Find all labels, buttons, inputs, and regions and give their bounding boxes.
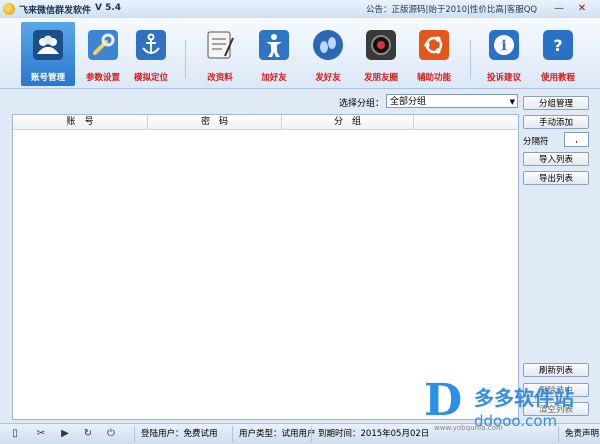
import-list-button[interactable]: 导入列表: [523, 152, 589, 166]
users-icon: [33, 30, 63, 60]
toolbar-settings[interactable]: 参数设置: [76, 22, 130, 86]
toolbar-edit-profile[interactable]: 改资料: [193, 22, 247, 86]
info-icon: i: [489, 30, 519, 60]
toolbar-label: 模拟定位: [133, 73, 168, 83]
toolbar-add-friend[interactable]: 加好友: [247, 22, 301, 86]
announcement: 公告：正版源码|始于2010|性价比高|客服QQ: [366, 5, 538, 15]
toolbar-tutorial[interactable]: ? 使用教程: [531, 22, 585, 86]
help-icon: ?: [543, 30, 573, 60]
watermark-brand: 多多软件站: [474, 386, 574, 410]
chevron-down-icon: ▼: [509, 98, 515, 106]
export-list-button[interactable]: 导出列表: [523, 171, 589, 185]
toolbar-label: 使用教程: [540, 73, 575, 83]
camera-icon: [366, 30, 396, 60]
toolbar-account-manage[interactable]: 账号管理: [21, 22, 75, 86]
user-type-status: 用户类型：试用用户: [232, 426, 316, 442]
column-account[interactable]: 账 号: [13, 115, 148, 129]
group-manage-button[interactable]: 分组管理: [523, 96, 589, 110]
svg-text:i: i: [501, 38, 506, 54]
toolbar-label: 投诉建议: [486, 73, 521, 83]
svg-text:?: ?: [553, 36, 562, 55]
minimize-button[interactable]: —: [552, 2, 566, 15]
manual-add-button[interactable]: 手动添加: [523, 115, 589, 129]
toolbar-location[interactable]: 模拟定位: [124, 22, 178, 86]
login-user-status: 登陆用户：免费试用: [134, 426, 236, 442]
group-select-value: 全部分组: [390, 97, 427, 107]
toolbar-label: 账号管理: [30, 73, 65, 83]
toolbar-moments[interactable]: 发朋友圈: [354, 22, 408, 86]
column-group[interactable]: 分 组: [282, 115, 414, 129]
close-button[interactable]: ✕: [575, 2, 589, 15]
refresh-icon[interactable]: ↻: [82, 428, 94, 440]
anchor-icon: [136, 30, 166, 60]
toolbar: 账号管理 参数设置 模拟定位 改资料 加好友 发好友 发朋友圈 辅助功能 i 投…: [0, 18, 600, 89]
toolbar-separator: [185, 40, 186, 78]
phone-icon[interactable]: ▯: [9, 428, 21, 440]
toolbar-assist[interactable]: 辅助功能: [407, 22, 461, 86]
table-header: 账 号 密 码 分 组: [13, 115, 518, 130]
toolbar-label: 发朋友圈: [363, 73, 398, 83]
refresh-list-button[interactable]: 刷新列表: [523, 363, 589, 377]
notepad-icon: [207, 31, 234, 59]
toolbar-feedback[interactable]: i 投诉建议: [477, 22, 531, 86]
app-window: 飞来微信群发软件 V 5.4 公告：正版源码|始于2010|性价比高|客服QQ …: [0, 0, 600, 444]
app-version: V 5.4: [95, 3, 122, 13]
separator-label: 分隔符: [523, 137, 549, 147]
footprints-icon: [313, 30, 343, 60]
toolbar-separator: [470, 40, 471, 78]
toolbar-label: 辅助功能: [416, 73, 451, 83]
group-select[interactable]: 全部分组 ▼: [386, 94, 518, 108]
column-password[interactable]: 密 码: [148, 115, 282, 129]
expire-status: 到期时间：2015年05月02日: [311, 426, 429, 442]
toolbar-label: 发好友: [315, 73, 341, 83]
group-select-label: 选择分组：: [339, 99, 385, 109]
title-bar: 飞来微信群发软件 V 5.4 公告：正版源码|始于2010|性价比高|客服QQ …: [0, 0, 600, 19]
watermark: D 多多软件站 ddooo.com www.yobqunfa.com: [424, 376, 596, 438]
separator-input[interactable]: ,: [564, 132, 589, 147]
tools-icon[interactable]: ✂: [35, 428, 47, 440]
person-icon: [259, 30, 289, 60]
wrench-icon: [88, 30, 118, 60]
watermark-small: www.yobqunfa.com: [434, 424, 503, 432]
power-icon[interactable]: ⏻: [105, 428, 117, 440]
toolbar-label: 加好友: [261, 73, 287, 83]
play-icon[interactable]: ▶: [59, 428, 71, 440]
toolbar-label: 参数设置: [85, 73, 120, 83]
app-logo-icon: [3, 3, 15, 15]
toolbar-label: 改资料: [207, 73, 233, 83]
watermark-logo-icon: D: [424, 375, 463, 426]
app-title: 飞来微信群发软件: [19, 6, 92, 16]
toolbar-send-friend[interactable]: 发好友: [301, 22, 355, 86]
ubuntu-icon: [419, 30, 449, 60]
